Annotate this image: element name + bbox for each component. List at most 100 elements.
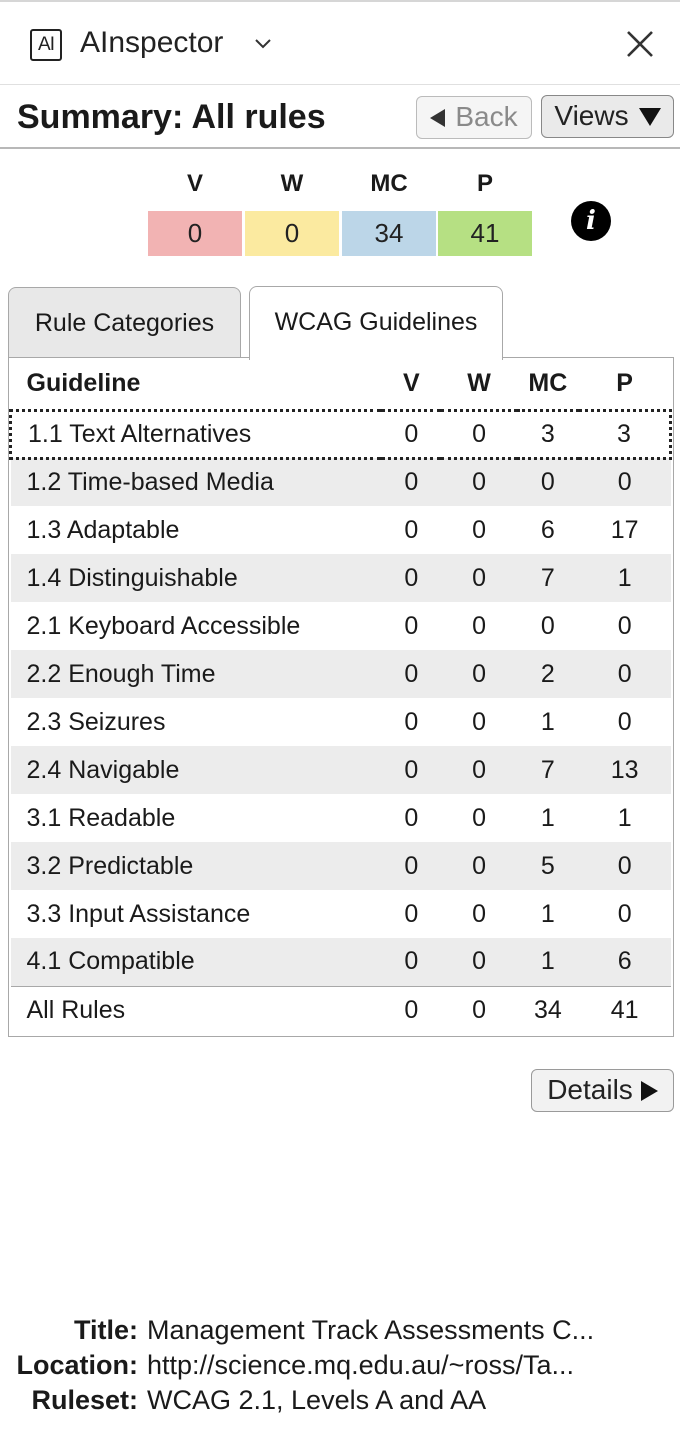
cell-mc: 1	[540, 899, 555, 928]
cell-p: 0	[617, 707, 632, 736]
cell-p: 13	[578, 746, 671, 794]
cell-mc: 1	[540, 803, 555, 832]
footer-title-value: Management Track Assessments C...	[147, 1315, 595, 1345]
cell-w: 0	[472, 515, 487, 544]
details-button[interactable]: Details	[531, 1069, 674, 1112]
summary-label-w: W	[280, 170, 304, 197]
views-button-label: Views	[554, 100, 629, 131]
toolbar: Summary: All rules Back Views	[0, 86, 680, 149]
summary-label-mc: MC	[370, 170, 408, 197]
table-row[interactable]: 2.1 Keyboard Accessible 0 0 0 0	[11, 602, 671, 650]
cell-mc: 7	[516, 746, 579, 794]
cell-v: 0	[404, 611, 419, 640]
cell-v: 0	[381, 842, 442, 890]
cell-v: 0	[404, 515, 419, 544]
cell-p: 1	[617, 803, 632, 832]
footer-ruleset-value: WCAG 2.1, Levels A and AA	[147, 1385, 487, 1415]
cell-mc: 0	[516, 458, 579, 506]
footer-ruleset-label: Ruleset:	[31, 1385, 138, 1415]
cell-guideline: 4.1 Compatible	[10, 938, 382, 986]
column-header-v[interactable]: V	[381, 358, 441, 410]
cell-guideline: All Rules	[10, 985, 382, 1035]
column-header-w[interactable]: W	[441, 358, 517, 410]
cell-w: 0	[441, 408, 517, 460]
table-row[interactable]: 2.3 Seizures 0 0 1 0	[11, 698, 671, 746]
cell-w: 0	[441, 938, 517, 986]
cell-mc: 34	[516, 985, 579, 1035]
cell-mc: 0	[540, 611, 555, 640]
details-button-label: Details	[547, 1074, 633, 1105]
views-button[interactable]: Views	[541, 95, 674, 138]
dropdown-arrow-icon	[638, 108, 661, 126]
table-row[interactable]: 4.1 Compatible 0 0 1 6	[10, 938, 671, 986]
tab-rule-categories[interactable]: Rule Categories	[8, 287, 241, 357]
chevron-down-icon[interactable]	[254, 34, 272, 52]
cell-guideline: 1.2 Time-based Media	[10, 458, 382, 506]
back-button[interactable]: Back	[416, 96, 532, 139]
guidelines-table: Guideline V W MC P 1.1 Text Alternatives…	[8, 357, 674, 1037]
cell-v: 0	[381, 650, 442, 698]
cell-guideline: 1.1 Text Alternatives	[9, 408, 382, 460]
cell-mc: 1	[540, 707, 555, 736]
cell-w: 0	[441, 746, 517, 794]
back-button-label: Back	[455, 101, 518, 132]
back-arrow-icon	[430, 109, 446, 127]
footer-location-row: Location: http://science.mq.edu.au/~ross…	[0, 1350, 680, 1384]
cell-mc: 6	[540, 515, 555, 544]
column-header-p[interactable]: P	[579, 358, 671, 410]
cell-guideline: 2.1 Keyboard Accessible	[26, 611, 301, 640]
cell-v: 0	[381, 554, 442, 602]
footer-location-value: http://science.mq.edu.au/~ross/Ta...	[147, 1350, 574, 1380]
cell-w: 0	[472, 803, 487, 832]
footer-title-label: Title:	[73, 1315, 138, 1345]
table-row[interactable]: 1.2 Time-based Media 0 0 0 0	[10, 458, 671, 506]
cell-v: 0	[381, 458, 442, 506]
column-header-guideline[interactable]: Guideline	[11, 358, 382, 410]
cell-mc: 5	[516, 842, 579, 890]
cell-v: 0	[404, 707, 419, 736]
summary-value-w: 0	[245, 211, 339, 256]
close-icon[interactable]	[622, 26, 658, 62]
cell-p: 3	[578, 408, 672, 460]
cell-p: 41	[578, 985, 671, 1035]
info-icon[interactable]: i	[571, 201, 611, 241]
cell-v: 0	[404, 803, 419, 832]
cell-v: 0	[381, 746, 442, 794]
table-header-row: Guideline V W MC P	[11, 358, 671, 410]
table-row[interactable]: 1.1 Text Alternatives 0 0 3 3	[9, 408, 672, 460]
cell-w: 0	[441, 985, 517, 1035]
cell-w: 0	[441, 458, 517, 506]
cell-p: 0	[578, 458, 671, 506]
table-row[interactable]: 3.3 Input Assistance 0 0 1 0	[11, 890, 671, 938]
cell-p: 0	[617, 611, 632, 640]
cell-guideline: 1.3 Adaptable	[26, 515, 180, 544]
cell-mc: 1	[516, 938, 579, 986]
total-row[interactable]: All Rules 0 0 34 41	[10, 985, 671, 1035]
sidebar-title[interactable]: AInspector	[80, 26, 223, 60]
table-row[interactable]: 2.2 Enough Time 0 0 2 0	[10, 650, 671, 698]
cell-p: 17	[610, 515, 639, 544]
cell-guideline: 3.1 Readable	[26, 803, 176, 832]
column-header-mc[interactable]: MC	[517, 358, 579, 410]
cell-mc: 3	[516, 408, 579, 460]
cell-guideline: 2.3 Seizures	[26, 707, 166, 736]
cell-guideline: 2.2 Enough Time	[10, 650, 382, 698]
cell-w: 0	[441, 842, 517, 890]
table-row[interactable]: 2.4 Navigable 0 0 7 13	[10, 746, 671, 794]
cell-guideline: 3.2 Predictable	[10, 842, 382, 890]
table-row[interactable]: 3.1 Readable 0 0 1 1	[11, 794, 671, 842]
cell-w: 0	[472, 899, 487, 928]
cell-guideline: 1.4 Distinguishable	[10, 554, 382, 602]
table-row[interactable]: 1.4 Distinguishable 0 0 7 1	[10, 554, 671, 602]
cell-v: 0	[381, 938, 442, 986]
tab-wcag-guidelines[interactable]: WCAG Guidelines	[249, 286, 503, 360]
cell-v: 0	[381, 408, 442, 460]
cell-w: 0	[472, 611, 487, 640]
table-row[interactable]: 1.3 Adaptable 0 0 6 17	[11, 506, 671, 554]
cell-v: 0	[404, 899, 419, 928]
cell-p: 0	[617, 899, 632, 928]
summary-value-p: 41	[438, 211, 532, 256]
table-row[interactable]: 3.2 Predictable 0 0 5 0	[10, 842, 671, 890]
cell-guideline: 3.3 Input Assistance	[26, 899, 251, 928]
cell-w: 0	[441, 554, 517, 602]
